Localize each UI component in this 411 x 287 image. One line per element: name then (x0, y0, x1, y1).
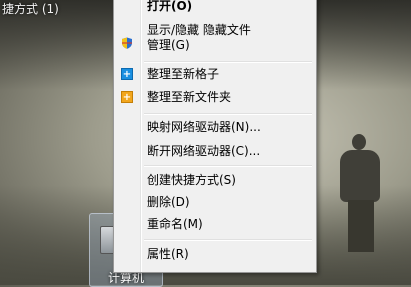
menu-icon-gutter (140, 0, 142, 272)
desktop-shortcut-label[interactable]: 捷方式 (1) (2, 0, 59, 17)
menu-item-delete[interactable]: 删除(D) (147, 195, 190, 209)
menu-item-toggle-hidden[interactable]: 显示/隐藏 隐藏文件 (147, 23, 251, 37)
silhouette-legs (348, 200, 374, 252)
menu-separator (144, 165, 312, 167)
menu-item-organize-folder[interactable]: 整理至新文件夹 (147, 90, 231, 104)
add-orange-icon: + (121, 91, 133, 103)
menu-item-open[interactable]: 打开(O) (147, 0, 192, 13)
menu-item-rename[interactable]: 重命名(M) (147, 217, 203, 231)
silhouette-head (352, 134, 366, 150)
menu-item-manage[interactable]: 管理(G) (147, 38, 190, 52)
menu-item-organize-grid[interactable]: 整理至新格子 (147, 67, 219, 81)
uac-shield-icon (122, 37, 132, 49)
menu-item-properties[interactable]: 属性(R) (147, 247, 189, 261)
menu-item-disconnect-network-drive[interactable]: 断开网络驱动器(C)... (147, 144, 260, 158)
silhouette-body (340, 150, 380, 202)
menu-item-map-network-drive[interactable]: 映射网络驱动器(N)... (147, 120, 261, 134)
menu-separator (144, 113, 312, 115)
context-menu: 打开(O) 显示/隐藏 隐藏文件 管理(G) + 整理至新格子 + 整理至新文件… (113, 0, 317, 273)
menu-separator (144, 61, 312, 63)
menu-item-create-shortcut[interactable]: 创建快捷方式(S) (147, 173, 236, 187)
add-blue-icon: + (121, 68, 133, 80)
menu-separator (144, 239, 312, 241)
